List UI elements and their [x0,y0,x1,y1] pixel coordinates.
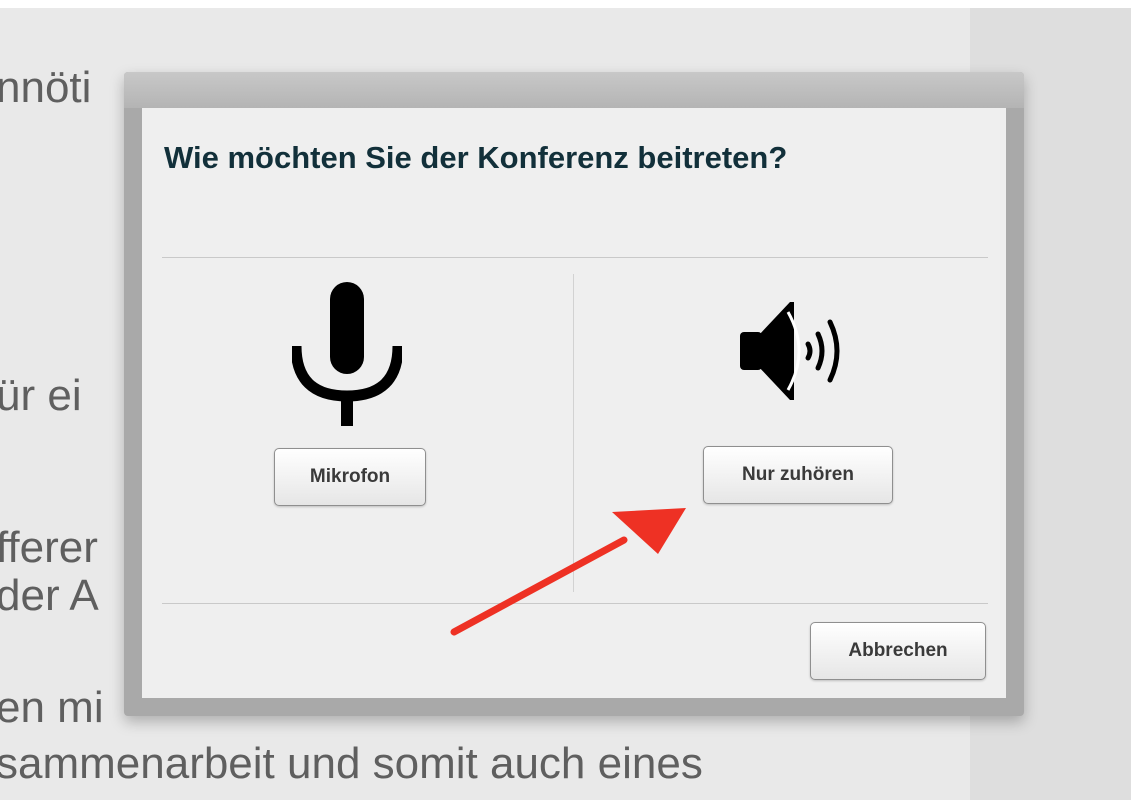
annotation-arrow [450,508,686,636]
dialog-titlebar[interactable] [124,72,1024,108]
background-text-line: en mi [0,683,104,732]
cancel-button[interactable]: Abbrechen [810,622,986,680]
microphone-button[interactable]: Mikrofon [274,448,426,506]
divider [162,257,988,258]
background-text-line: der A [0,571,99,620]
microphone-icon [292,282,402,426]
background-text-line: sammenarbeit und somit auch eines [0,739,703,788]
background-text-line: nnöti [0,63,92,112]
dialog-title: Wie möchten Sie der Konferenz beitreten? [164,140,788,175]
speaker-icon [740,302,840,400]
background-text-line: ür ei [0,371,82,420]
background-text-line: fferer [0,523,98,572]
listen-only-button[interactable]: Nur zuhören [703,446,893,504]
